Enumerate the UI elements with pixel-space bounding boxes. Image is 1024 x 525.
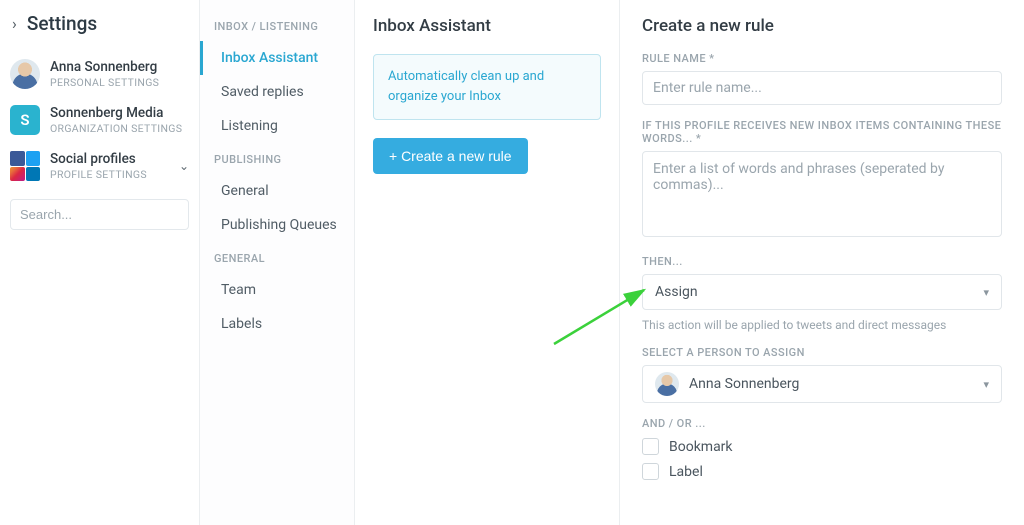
org-sub: ORGANIZATION SETTINGS xyxy=(50,122,182,135)
nav-item-team[interactable]: Team xyxy=(200,273,354,307)
search-input[interactable] xyxy=(10,199,189,230)
nav-item-listening[interactable]: Listening xyxy=(200,109,354,143)
settings-header: › Settings xyxy=(0,0,199,51)
then-value: Assign xyxy=(655,284,698,300)
org-avatar: S xyxy=(10,105,40,135)
social-sub: PROFILE SETTINGS xyxy=(50,168,147,181)
label-checkbox[interactable]: Label xyxy=(642,463,1002,480)
org-name: Sonnenberg Media xyxy=(50,105,182,122)
nav-section-general: GENERAL xyxy=(200,242,354,273)
checkbox-icon xyxy=(642,463,659,480)
sidebar-item-organization[interactable]: S Sonnenberg Media ORGANIZATION SETTINGS xyxy=(0,97,199,143)
words-textarea[interactable] xyxy=(642,151,1002,237)
panel-title: Inbox Assistant xyxy=(373,16,601,36)
assign-label: SELECT A PERSON TO ASSIGN xyxy=(642,346,1002,359)
nav-item-publishing-queues[interactable]: Publishing Queues xyxy=(200,208,354,242)
bookmark-checkbox[interactable]: Bookmark xyxy=(642,438,1002,455)
chevron-down-icon[interactable]: ⌄ xyxy=(179,159,189,173)
andor-label: AND / OR ... xyxy=(642,417,1002,430)
then-dropdown[interactable]: Assign ▾ xyxy=(642,274,1002,310)
nav-section-publishing: PUBLISHING xyxy=(200,143,354,174)
settings-nav: INBOX / LISTENING Inbox Assistant Saved … xyxy=(200,0,355,525)
caret-down-icon: ▾ xyxy=(983,378,989,391)
nav-item-general[interactable]: General xyxy=(200,174,354,208)
label-label: Label xyxy=(669,464,703,480)
avatar-icon xyxy=(655,372,679,396)
bookmark-label: Bookmark xyxy=(669,439,733,455)
personal-sub: PERSONAL SETTINGS xyxy=(50,76,159,89)
nav-item-saved-replies[interactable]: Saved replies xyxy=(200,75,354,109)
assign-person-dropdown[interactable]: Anna Sonnenberg ▾ xyxy=(642,365,1002,403)
words-label: IF THIS PROFILE RECEIVES NEW INBOX ITEMS… xyxy=(642,119,1002,145)
settings-title: Settings xyxy=(27,12,97,35)
form-title: Create a new rule xyxy=(642,16,1002,36)
assign-value: Anna Sonnenberg xyxy=(689,376,799,392)
inbox-assistant-panel: Inbox Assistant Automatically clean up a… xyxy=(355,0,620,525)
social-thumbs-icon xyxy=(10,151,40,181)
social-name: Social profiles xyxy=(50,151,147,168)
rule-name-label: RULE NAME * xyxy=(642,52,1002,65)
avatar xyxy=(10,59,40,89)
nav-item-inbox-assistant[interactable]: Inbox Assistant xyxy=(200,41,354,75)
info-card[interactable]: Automatically clean up and organize your… xyxy=(373,54,601,120)
personal-name: Anna Sonnenberg xyxy=(50,59,159,76)
nav-item-labels[interactable]: Labels xyxy=(200,307,354,341)
then-help-text: This action will be applied to tweets an… xyxy=(642,318,1002,332)
chevron-right-icon[interactable]: › xyxy=(12,14,17,33)
then-label: THEN... xyxy=(642,255,1002,268)
settings-sidebar: › Settings Anna Sonnenberg PERSONAL SETT… xyxy=(0,0,200,525)
caret-down-icon: ▾ xyxy=(983,286,989,299)
rule-name-input[interactable] xyxy=(642,71,1002,105)
sidebar-item-personal[interactable]: Anna Sonnenberg PERSONAL SETTINGS xyxy=(0,51,199,97)
sidebar-item-social-profiles[interactable]: Social profiles PROFILE SETTINGS ⌄ xyxy=(0,143,199,189)
checkbox-icon xyxy=(642,438,659,455)
nav-section-inbox: INBOX / LISTENING xyxy=(200,10,354,41)
create-rule-button[interactable]: + Create a new rule xyxy=(373,138,528,174)
create-rule-form: Create a new rule RULE NAME * IF THIS PR… xyxy=(620,0,1024,525)
